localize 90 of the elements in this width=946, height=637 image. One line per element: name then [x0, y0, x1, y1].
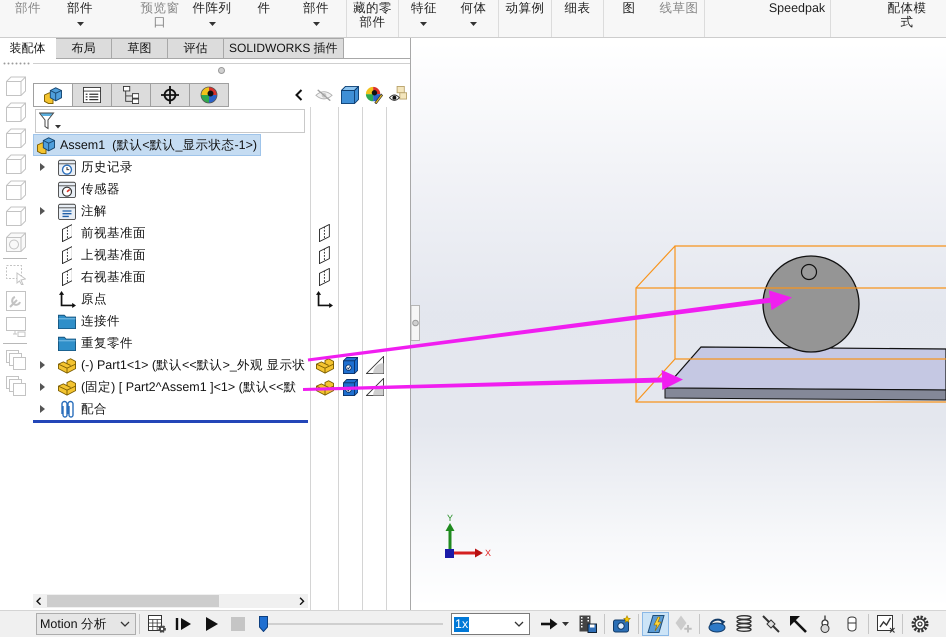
- expand-arrow-icon[interactable]: [40, 361, 45, 369]
- tree-item[interactable]: 上视基准面: [57, 244, 149, 266]
- cube-icon[interactable]: [341, 86, 359, 104]
- color-ball-pencil-icon[interactable]: [365, 86, 383, 104]
- assembly-icon: [37, 136, 55, 154]
- ribbon-button[interactable]: 动算例: [501, 0, 549, 15]
- ribbon-button[interactable]: 件: [240, 0, 288, 15]
- autokey-button[interactable]: [642, 612, 669, 636]
- disc[interactable]: [762, 255, 860, 353]
- chevron-down-icon: [514, 621, 524, 627]
- folder-icon: [58, 312, 76, 330]
- eye-slash-icon[interactable]: [315, 88, 333, 102]
- plane-icon[interactable]: [319, 268, 330, 286]
- tree-item[interactable]: Assem1 (默认<默认_显示状态-1>): [33, 134, 262, 156]
- tab[interactable]: 草图: [112, 38, 168, 59]
- tab[interactable]: 布局: [56, 38, 112, 59]
- tree-item[interactable]: 右视基准面: [57, 266, 149, 288]
- tree-item[interactable]: 注解: [57, 200, 110, 222]
- ribbon-button[interactable]: 藏的零部件: [348, 0, 396, 29]
- tree-item[interactable]: (固定) [ Part2^Assem1 ]<1> (默认<<默: [57, 376, 300, 398]
- plane-icon: [62, 224, 72, 242]
- ribbon-button[interactable]: 部件: [56, 0, 104, 26]
- feature-tree-tab[interactable]: [33, 83, 73, 107]
- clock-box-icon: [58, 158, 76, 176]
- plane-icon: [62, 268, 72, 286]
- dimxpert-tab[interactable]: [150, 83, 190, 107]
- tree-item[interactable]: 配合: [57, 398, 110, 420]
- origin-icon[interactable]: [316, 290, 333, 308]
- expand-arrow-icon[interactable]: [40, 405, 45, 413]
- color-ball-icon: [200, 86, 218, 104]
- eye-cubes-icon[interactable]: [389, 86, 407, 104]
- horizontal-scrollbar[interactable]: [33, 594, 308, 608]
- expand-arrow-icon[interactable]: [40, 207, 45, 215]
- tab[interactable]: 评估: [168, 38, 224, 59]
- caret-icon: [562, 622, 568, 626]
- plate[interactable]: [664, 346, 946, 400]
- folder-icon: [58, 334, 76, 352]
- plane-icon[interactable]: [319, 224, 330, 242]
- chevron-right-icon[interactable]: [299, 596, 305, 606]
- tree-item[interactable]: 前视基准面: [57, 222, 149, 244]
- filter-icon[interactable]: [39, 112, 61, 130]
- plane-icon: [62, 246, 72, 264]
- expand-arrow-icon[interactable]: [40, 383, 45, 391]
- ribbon-button[interactable]: 件阵列: [188, 0, 236, 26]
- part-icon: [58, 356, 76, 374]
- scrollbar-thumb[interactable]: [46, 595, 219, 607]
- tree-item[interactable]: 传感器: [57, 178, 123, 200]
- display-manager-tab[interactable]: [189, 83, 229, 107]
- axis-label: Y: [447, 513, 454, 523]
- ribbon-button[interactable]: 何体: [448, 0, 498, 26]
- hole[interactable]: [800, 264, 818, 280]
- tree-item[interactable]: 重复零件: [57, 332, 136, 354]
- filter-field[interactable]: [35, 109, 305, 133]
- tree-item[interactable]: (-) Part1<1> (默认<<默认>_外观 显示状: [57, 354, 308, 376]
- text-lines-box-icon: [58, 202, 76, 220]
- study-type-dropdown[interactable]: Motion 分析: [36, 613, 136, 635]
- paperclip-icon: [60, 400, 74, 418]
- cube-check-icon[interactable]: [342, 356, 358, 374]
- splitter-handle[interactable]: [411, 305, 420, 341]
- ribbon-button[interactable]: 特征: [399, 0, 448, 26]
- hierarchy-icon: [122, 86, 140, 104]
- coordinate-triad: [445, 523, 483, 558]
- ribbon-button[interactable]: 部件: [292, 0, 340, 26]
- ribbon-button[interactable]: Speedpak: [767, 0, 827, 15]
- chevron-down-icon: [120, 621, 130, 627]
- speed-dropdown[interactable]: 1x: [451, 613, 530, 635]
- tree-item[interactable]: 原点: [57, 288, 110, 310]
- expand-arrow-icon[interactable]: [40, 163, 45, 171]
- tree-item[interactable]: 历史记录: [57, 156, 136, 178]
- splitter-grip-icon[interactable]: [218, 67, 225, 74]
- crosshair-icon: [161, 86, 179, 104]
- grip-icon[interactable]: [3, 62, 30, 64]
- list-icon: [83, 86, 101, 104]
- timeline-thumb[interactable]: [259, 616, 268, 632]
- chevron-left-icon[interactable]: [295, 89, 303, 101]
- axis-label: X: [485, 548, 492, 558]
- gauge-box-icon: [58, 180, 76, 198]
- configuration-tab[interactable]: [111, 83, 151, 107]
- origin-icon: [58, 290, 76, 308]
- ribbon-button[interactable]: 配体模式: [883, 0, 931, 29]
- tree-item[interactable]: 连接件: [57, 310, 123, 332]
- assembly-icon: [44, 86, 62, 104]
- chevron-left-icon[interactable]: [36, 596, 42, 606]
- ribbon-button[interactable]: 细表: [554, 0, 602, 15]
- speed-value: 1x: [454, 616, 470, 632]
- part-icon: [58, 378, 76, 396]
- tab[interactable]: SOLIDWORKS 插件: [224, 38, 344, 59]
- ribbon-button[interactable]: 图: [604, 0, 654, 15]
- plane-icon[interactable]: [319, 246, 330, 264]
- property-manager-tab[interactable]: [72, 83, 112, 107]
